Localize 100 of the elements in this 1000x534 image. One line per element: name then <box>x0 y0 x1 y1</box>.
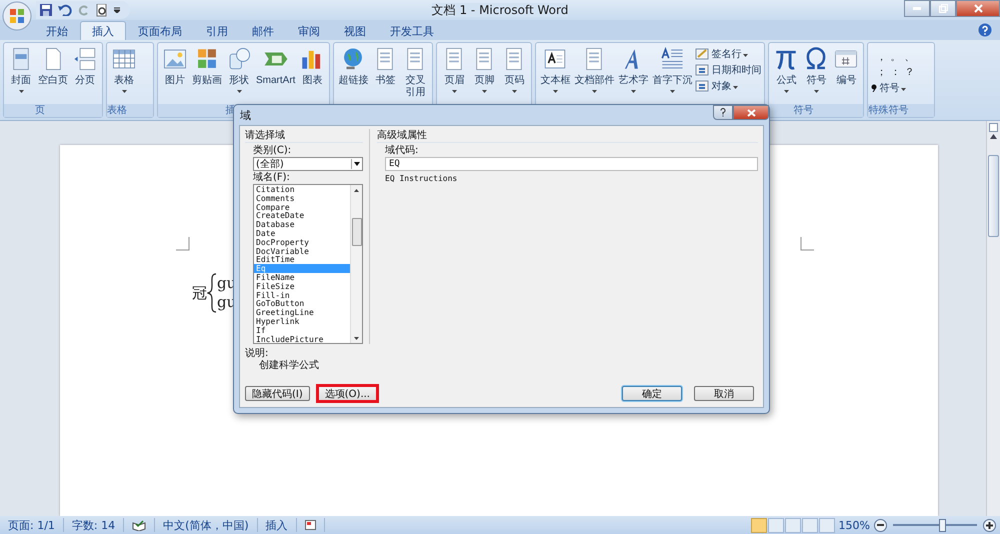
symbol-button[interactable]: ， <box>874 50 888 64</box>
list-scrollbar[interactable] <box>350 185 362 343</box>
ribbon-button[interactable]: 艺术字 <box>616 45 650 104</box>
ruler-toggle-icon[interactable] <box>989 123 998 132</box>
group-label: 表格 <box>107 104 153 117</box>
ribbon-small-button[interactable]: 签名行 <box>694 47 762 61</box>
ribbon-small-button[interactable]: 对象 <box>694 79 762 93</box>
ribbon-button[interactable]: 公式 <box>771 45 802 104</box>
list-item[interactable]: EditTime <box>254 255 350 264</box>
list-item[interactable]: FileName <box>254 272 350 282</box>
ribbon-tab[interactable]: 引用 <box>194 21 240 40</box>
ribbon-button[interactable]: 编号 <box>831 45 862 104</box>
group-label: 页 <box>4 104 102 117</box>
group-label: 特殊符号 <box>868 104 934 117</box>
ribbon-tab[interactable]: 视图 <box>332 21 378 40</box>
symbol-button[interactable]: ； <box>874 65 888 79</box>
ribbon-tab[interactable]: 开发工具 <box>378 21 446 40</box>
zoom-level[interactable]: 150% <box>838 518 870 532</box>
list-item[interactable]: Citation <box>254 185 350 194</box>
customize-caret-icon[interactable] <box>114 7 120 13</box>
list-item[interactable]: FileSize <box>254 282 350 291</box>
ribbon-small-button[interactable]: 日期和时间 <box>694 63 762 77</box>
dialog-button[interactable]: 选项(O)... <box>316 384 379 403</box>
ribbon-button[interactable]: 表格 <box>109 45 139 104</box>
ribbon-button[interactable]: 文本框 <box>538 45 572 104</box>
macro-record-icon[interactable] <box>304 520 316 530</box>
ribbon-button[interactable]: 符号 <box>801 45 832 104</box>
list-item[interactable]: GreetingLine <box>254 308 350 317</box>
save-icon[interactable] <box>40 4 52 16</box>
list-item[interactable]: Compare <box>254 202 350 212</box>
ribbon-button[interactable]: 分页 <box>70 45 100 104</box>
proofing-book-icon[interactable] <box>132 520 146 530</box>
close-icon <box>746 108 756 116</box>
field-code-input[interactable]: EQ <box>385 157 758 171</box>
ribbon-button[interactable]: 交叉 引用 <box>400 45 430 104</box>
page-count[interactable]: 页面: 1/1 <box>0 518 64 532</box>
ribbon-button[interactable]: 超链接 <box>336 45 370 104</box>
minimize-button[interactable] <box>904 0 930 17</box>
scroll-thumb[interactable] <box>352 218 362 246</box>
zoom-out-button[interactable] <box>874 518 887 532</box>
ribbon-button[interactable]: 剪贴画 <box>190 45 224 104</box>
ribbon-button[interactable]: 页码 <box>499 45 530 104</box>
ribbon-button[interactable]: 文档部件 <box>572 45 616 104</box>
list-item[interactable]: DocProperty <box>254 238 350 247</box>
ribbon-tab[interactable]: 开始 <box>34 21 80 40</box>
insert-mode[interactable]: 插入 <box>258 518 297 532</box>
ribbon-button[interactable]: SmartArt <box>254 45 298 104</box>
vertical-scrollbar[interactable] <box>986 121 1000 516</box>
ribbon-button[interactable]: 空白页 <box>36 45 70 104</box>
dialog-button[interactable]: 隐藏代码(I) <box>245 386 310 401</box>
list-item[interactable]: Database <box>254 220 350 229</box>
dialog-button[interactable]: 确定 <box>622 386 682 401</box>
office-logo-button[interactable] <box>2 1 32 31</box>
symbol-button[interactable]: 。 <box>888 50 902 64</box>
symbol-button[interactable]: ？ <box>902 65 916 79</box>
close-button[interactable] <box>956 0 1000 17</box>
formula-base: 冠 <box>192 284 207 302</box>
language-status[interactable]: 中文(简体，中国) <box>155 518 258 532</box>
restore-icon <box>938 4 948 13</box>
list-item[interactable]: GoToButton <box>254 299 350 308</box>
zoom-in-button[interactable] <box>983 518 996 532</box>
ribbon-button[interactable]: 首字下沉 <box>650 45 694 104</box>
scroll-up-icon[interactable] <box>990 134 997 139</box>
restore-button[interactable] <box>930 0 956 17</box>
list-item[interactable]: Comments <box>254 194 350 203</box>
close-button[interactable] <box>733 105 769 120</box>
symbol-button[interactable]: 、 <box>902 50 916 64</box>
undo-icon[interactable] <box>58 4 72 16</box>
scroll-thumb[interactable] <box>988 155 999 237</box>
ribbon-small-button[interactable]: 符号 <box>870 81 920 95</box>
scroll-down-icon[interactable] <box>354 337 359 340</box>
ribbon-button[interactable]: 书签 <box>370 45 400 104</box>
zoom-slider-thumb[interactable] <box>938 518 946 532</box>
category-dropdown[interactable]: (全部) <box>253 157 363 171</box>
ribbon-tab[interactable]: 审阅 <box>286 21 332 40</box>
dialog-button[interactable]: 取消 <box>694 386 754 401</box>
symbol-button[interactable]: ： <box>888 65 902 79</box>
ribbon-tab[interactable]: 插入 <box>80 21 126 40</box>
scroll-up-icon[interactable] <box>354 189 359 192</box>
ribbon-button[interactable]: 封面 <box>6 45 36 104</box>
ribbon-button[interactable]: 页眉 <box>439 45 470 104</box>
field-label: 域名(F): <box>253 172 291 184</box>
word-count[interactable]: 字数: 14 <box>64 518 124 532</box>
list-item[interactable]: Fill-in <box>254 290 350 300</box>
list-item[interactable]: If <box>254 326 350 335</box>
ribbon-button[interactable]: 页脚 <box>469 45 500 104</box>
list-item[interactable]: Date <box>254 228 350 238</box>
ribbon-button[interactable]: 图表 <box>297 45 328 104</box>
margin-corner-mark <box>800 237 814 251</box>
list-item[interactable]: Hyperlink <box>254 316 350 326</box>
ribbon-tab[interactable]: 页面布局 <box>126 21 194 40</box>
help-icon[interactable] <box>978 23 992 37</box>
list-item[interactable]: DocVariable <box>254 246 350 256</box>
print-preview-icon[interactable] <box>96 4 108 16</box>
ribbon-tab[interactable]: 邮件 <box>240 21 286 40</box>
help-button[interactable] <box>713 105 733 120</box>
list-item[interactable]: IncludePicture <box>254 334 350 344</box>
list-item[interactable]: CreateDate <box>254 211 350 220</box>
ribbon-button[interactable]: 形状 <box>224 45 254 104</box>
ribbon-button[interactable]: 图片 <box>160 45 190 104</box>
